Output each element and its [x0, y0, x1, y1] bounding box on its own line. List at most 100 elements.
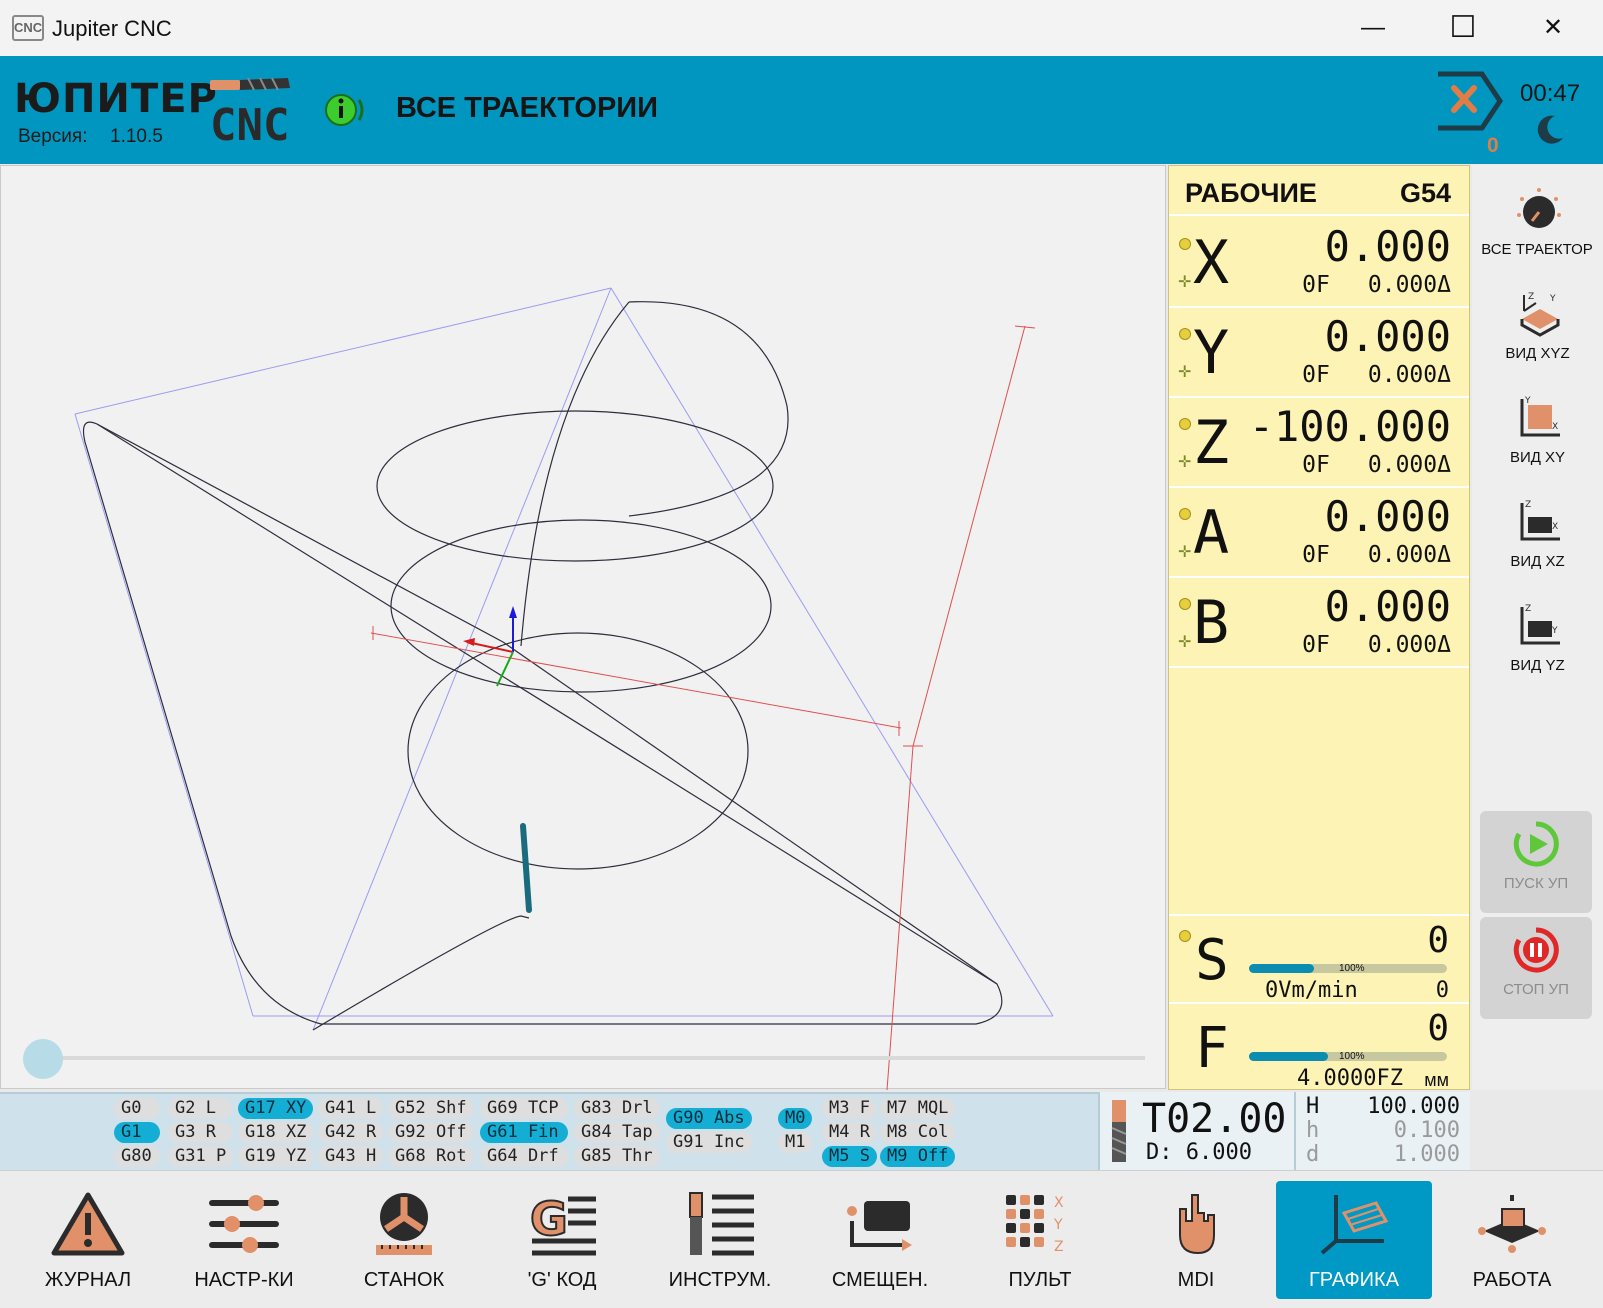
minimize-button[interactable]: —: [1328, 0, 1418, 56]
modal-code: M9 Off: [880, 1146, 956, 1167]
axis-feed: 0: [1302, 542, 1317, 568]
nav-work[interactable]: РАБОТА: [1434, 1181, 1590, 1299]
axis-home-icon: ✛: [1178, 544, 1192, 561]
start-program-button[interactable]: ПУСК УП: [1480, 811, 1592, 913]
axis-subline: 0F 0.000Δ: [1302, 452, 1451, 478]
modal-code: G43 H: [318, 1146, 384, 1167]
nav-label: ИНСТРУМ.: [668, 1269, 772, 1291]
maximize-button[interactable]: ☐: [1418, 0, 1508, 56]
axis-row-y[interactable]: ✛ Y 0.000 0F 0.000Δ: [1169, 308, 1469, 398]
modal-code: G69 TCP: [480, 1098, 568, 1119]
view-all-paths-button[interactable]: ВСЕ ТРАЕКТОР: [1472, 183, 1603, 283]
nav-journal[interactable]: ЖУРНАЛ: [10, 1181, 166, 1299]
view-xz-button[interactable]: Z X ВИД XZ: [1472, 495, 1603, 595]
estop-count: 0: [1487, 134, 1499, 157]
pause-icon: [1513, 927, 1559, 973]
machine-axes: [370, 325, 1036, 1090]
tool-param-key: h: [1306, 1118, 1320, 1143]
tool-param-key: H: [1306, 1094, 1320, 1119]
wcs-label[interactable]: G54: [1400, 178, 1451, 209]
view-yz-button[interactable]: Z Y ВИД YZ: [1472, 599, 1603, 699]
modal-code: M3 F: [822, 1098, 877, 1119]
axis-home-icon: ✛: [1178, 634, 1192, 651]
toolpath-canvas[interactable]: [1, 166, 1167, 1090]
axis-row-a[interactable]: ✛ A 0.000 0F 0.000Δ: [1169, 488, 1469, 578]
axis-subline: 0F 0.000Δ: [1302, 272, 1451, 298]
axis-position: 0.000: [1324, 312, 1451, 361]
axis-delta-unit: Δ: [1437, 632, 1451, 658]
tool-param-key: d: [1306, 1142, 1320, 1167]
nav-gcode[interactable]: G 'G' КОД: [484, 1181, 640, 1299]
nav-machine[interactable]: СТАНОК: [326, 1181, 482, 1299]
playback-slider-handle[interactable]: [23, 1039, 63, 1079]
night-mode-icon[interactable]: [1533, 112, 1567, 146]
spindle-row[interactable]: S 0 100% 0Vm/min 0: [1169, 914, 1469, 1003]
workpiece-icon: [1478, 1195, 1546, 1253]
svg-text:Z: Z: [1525, 604, 1531, 614]
svg-text:Y: Y: [1053, 1217, 1063, 1233]
axis-feed: 0: [1302, 452, 1317, 478]
close-button[interactable]: ✕: [1508, 0, 1598, 56]
toolpath-lines: [82, 301, 1003, 1031]
nav-label: ГРАФИКА: [1308, 1269, 1400, 1291]
window-titlebar: CNC Jupiter CNC — ☐ ✕: [0, 0, 1603, 56]
estop-icon[interactable]: [1434, 68, 1504, 134]
axis-row-x[interactable]: ✛ X 0.000 0F 0.000Δ: [1169, 218, 1469, 308]
view-label: ВИД XY: [1509, 449, 1566, 466]
coordinate-system-label[interactable]: РАБОЧИЕ: [1185, 178, 1317, 209]
svg-text:Y: Y: [1551, 626, 1558, 636]
axis-feed-unit: F: [1316, 542, 1330, 568]
info-icon[interactable]: [325, 92, 369, 128]
modal-code: M1: [778, 1132, 813, 1153]
warning-icon: [51, 1192, 125, 1256]
modal-code: G1: [114, 1122, 160, 1143]
spindle-value: 0: [1427, 920, 1449, 961]
bounding-box: [74, 287, 1054, 1031]
feed-override-pct: 100%: [1339, 1051, 1365, 1062]
nav-label: НАСТР-КИ: [194, 1269, 294, 1291]
axis-letter: A: [1193, 498, 1230, 568]
dial-icon: [1517, 188, 1561, 228]
view-xyz-button[interactable]: Z Y ВИД XYZ: [1472, 287, 1603, 387]
nav-graphics[interactable]: ГРАФИКА: [1276, 1181, 1432, 1299]
view-xy-button[interactable]: Y X ВИД XY: [1472, 391, 1603, 491]
playback-track[interactable]: [43, 1056, 1145, 1060]
axis-delta-unit: Δ: [1437, 362, 1451, 388]
modal-code: G92 Off: [388, 1122, 474, 1143]
axis-letter: Z: [1193, 408, 1230, 478]
modal-code: M8 Col: [880, 1122, 956, 1143]
axis-indicator: [1179, 418, 1191, 430]
spindle-letter: S: [1195, 928, 1229, 993]
nav-mdi[interactable]: MDI: [1118, 1181, 1274, 1299]
nav-offsets[interactable]: СМЕЩЕН.: [802, 1181, 958, 1299]
axis-row-b[interactable]: ✛ B 0.000 0F 0.000Δ: [1169, 578, 1469, 668]
spindle-override-pct: 100%: [1339, 963, 1365, 974]
chuck-icon: [376, 1193, 432, 1255]
dro-header: РАБОЧИЕ G54: [1169, 166, 1469, 216]
axis-delta: 0.000: [1367, 362, 1438, 388]
svg-text:Y: Y: [1549, 294, 1556, 304]
feed-row[interactable]: F 0 100% 4.0000FZ мм: [1169, 1002, 1469, 1091]
axis-feed-unit: F: [1316, 272, 1330, 298]
dro-empty-area: [1169, 668, 1469, 916]
axis-row-z[interactable]: ✛ Z -100.000 0F 0.000Δ: [1169, 398, 1469, 488]
nav-settings[interactable]: НАСТР-КИ: [166, 1181, 322, 1299]
modal-code: G90 Abs: [666, 1108, 752, 1129]
axis-home-icon: ✛: [1178, 274, 1192, 291]
spindle-load: 0: [1435, 978, 1449, 1003]
cnc-logo-icon: CNC: [210, 77, 290, 146]
axis-feed: 0: [1302, 272, 1317, 298]
keypad-icon: XYZ: [1006, 1195, 1064, 1255]
offset-icon: [847, 1201, 912, 1251]
modal-code: G2 L: [168, 1098, 232, 1119]
nav-pendant[interactable]: XYZ ПУЛЬТ: [962, 1181, 1118, 1299]
tool-info[interactable]: T02.00 D: 6.000 H 100.000 h 0.100 d 1.00…: [1098, 1092, 1470, 1170]
modal-code: M7 MQL: [880, 1098, 956, 1119]
toolpath-viewport[interactable]: [0, 165, 1167, 1090]
stop-program-button[interactable]: СТОП УП: [1480, 917, 1592, 1019]
window-title: Jupiter CNC: [52, 16, 172, 41]
svg-text:Z: Z: [1528, 292, 1534, 302]
spindle-indicator: [1179, 930, 1191, 942]
clock: 00:47: [1520, 80, 1581, 107]
nav-tools[interactable]: ИНСТРУМ.: [642, 1181, 798, 1299]
